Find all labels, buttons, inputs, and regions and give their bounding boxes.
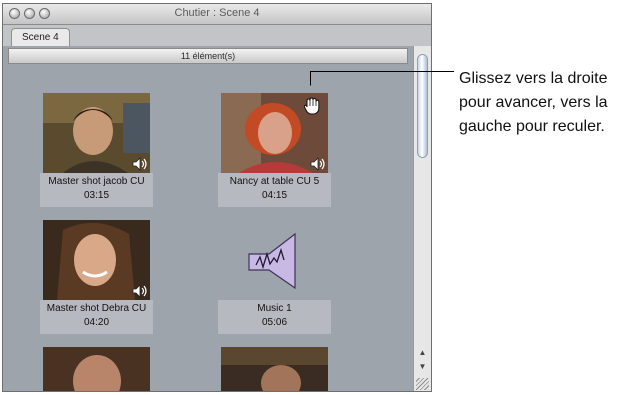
clip-name: Music 1 — [257, 303, 292, 314]
clip-duration: 05:06 — [261, 317, 288, 328]
clip-caption: Master shot Debra CU 04:20 — [40, 300, 153, 334]
clip-duration: 04:20 — [83, 317, 110, 328]
speaker-icon — [132, 284, 147, 298]
title-bar[interactable]: Chutier : Scene 4 — [3, 4, 431, 25]
speaker-icon — [132, 157, 147, 171]
item-count-bar: 11 élément(s) — [8, 48, 408, 64]
tab-bar: Scene 4 — [3, 25, 431, 47]
window-title: Chutier : Scene 4 — [174, 7, 260, 19]
clip-thumbnail[interactable] — [43, 93, 150, 173]
clip-name: Master shot Debra CU — [46, 303, 147, 314]
bin-content: 11 élément(s) Master shot jacob CU 03:15… — [3, 46, 413, 391]
thumbnail-image — [221, 347, 328, 391]
clip-name: Nancy at table CU 5 — [229, 176, 320, 187]
clip-duration: 03:15 — [83, 190, 110, 201]
clip-partial-right[interactable] — [221, 347, 328, 391]
vertical-scrollbar[interactable]: ▲ ▼ — [413, 46, 431, 391]
clip-name: Master shot jacob CU — [48, 176, 145, 187]
clip-partial-left[interactable] — [43, 347, 150, 391]
speaker-icon — [310, 157, 325, 171]
clip-caption: Master shot jacob CU 03:15 — [40, 173, 153, 207]
scroll-down-arrow[interactable]: ▼ — [414, 360, 431, 374]
callout-text: Glissez vers la droite pour avancer, ver… — [459, 70, 608, 135]
scrollbar-thumb[interactable] — [417, 54, 428, 158]
clip-caption: Music 1 05:06 — [218, 300, 331, 334]
clip-thumbnail[interactable] — [221, 220, 328, 300]
scroll-up-arrow[interactable]: ▲ — [414, 346, 431, 360]
hand-cursor-icon — [303, 97, 320, 115]
clip-caption: Nancy at table CU 5 04:15 — [218, 173, 331, 207]
clip-duration: 04:15 — [261, 190, 288, 201]
clip-thumbnail[interactable] — [43, 220, 150, 300]
tab-scene-4[interactable]: Scene 4 — [11, 28, 70, 47]
resize-grip[interactable] — [416, 378, 429, 390]
bin-window: Chutier : Scene 4 Scene 4 11 élément(s) — [2, 3, 432, 392]
thumbnail-image — [43, 347, 150, 391]
clip-thumbnail[interactable] — [221, 93, 328, 173]
callout-leader-line — [310, 71, 454, 86]
music-clip-icon — [248, 232, 296, 290]
